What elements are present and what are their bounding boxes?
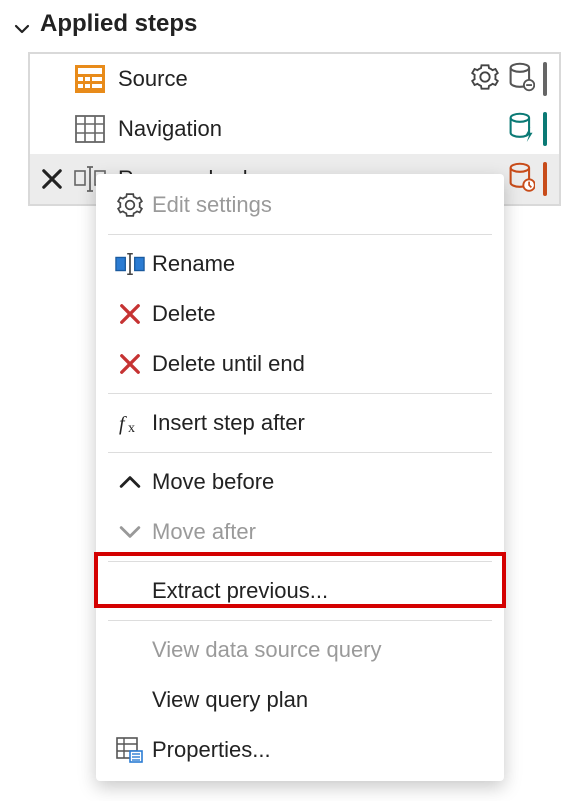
ctx-divider: [108, 393, 492, 394]
svg-text:x: x: [128, 421, 135, 436]
chevron-down-icon: [108, 525, 152, 539]
gear-icon: [108, 192, 152, 218]
context-menu: Edit settings Rename Delete Delete until…: [96, 174, 504, 781]
chevron-down-icon: [14, 16, 30, 32]
ctx-label: View query plan: [152, 687, 308, 713]
x-red-icon: [108, 303, 152, 325]
ctx-delete[interactable]: Delete: [96, 289, 504, 339]
gear-icon[interactable]: [471, 63, 499, 96]
source-icon: [74, 63, 106, 95]
step-row[interactable]: Source: [30, 54, 559, 104]
ctx-view-data-source-query: View data source query: [96, 625, 504, 675]
ctx-properties[interactable]: Properties...: [96, 725, 504, 775]
ctx-label: Extract previous...: [152, 578, 328, 604]
ctx-label: Delete: [152, 301, 216, 327]
ctx-delete-until-end[interactable]: Delete until end: [96, 339, 504, 389]
ctx-divider: [108, 452, 492, 453]
ctx-divider: [108, 620, 492, 621]
step-row[interactable]: Navigation: [30, 104, 559, 154]
section-header[interactable]: Applied steps: [0, 0, 581, 52]
table-icon: [74, 113, 106, 145]
ctx-insert-step-after[interactable]: f x Insert step after: [96, 398, 504, 448]
ctx-extract-previous[interactable]: Extract previous...: [96, 566, 504, 616]
ctx-label: Edit settings: [152, 192, 272, 218]
section-title: Applied steps: [40, 10, 197, 38]
ctx-label: Rename: [152, 251, 235, 277]
ctx-label: Move after: [152, 519, 256, 545]
database-icon: [507, 62, 535, 97]
database-clock-icon: [507, 162, 535, 197]
svg-text:f: f: [119, 413, 127, 435]
ctx-move-before[interactable]: Move before: [96, 457, 504, 507]
ctx-label: Move before: [152, 469, 274, 495]
ctx-divider: [108, 561, 492, 562]
fx-icon: f x: [108, 410, 152, 436]
ctx-move-after: Move after: [96, 507, 504, 557]
step-label: Source: [118, 66, 471, 92]
properties-icon: [108, 737, 152, 763]
chevron-up-icon: [108, 475, 152, 489]
step-label: Navigation: [118, 116, 507, 142]
ctx-label: Delete until end: [152, 351, 305, 377]
rename-icon: [108, 253, 152, 275]
ctx-view-query-plan[interactable]: View query plan: [96, 675, 504, 725]
ctx-divider: [108, 234, 492, 235]
x-red-icon: [108, 353, 152, 375]
delete-step-icon[interactable]: [36, 168, 68, 190]
database-lightning-icon: [507, 112, 535, 147]
ctx-edit-settings: Edit settings: [96, 180, 504, 230]
ctx-label: View data source query: [152, 637, 382, 663]
ctx-label: Properties...: [152, 737, 271, 763]
ctx-label: Insert step after: [152, 410, 305, 436]
ctx-rename[interactable]: Rename: [96, 239, 504, 289]
